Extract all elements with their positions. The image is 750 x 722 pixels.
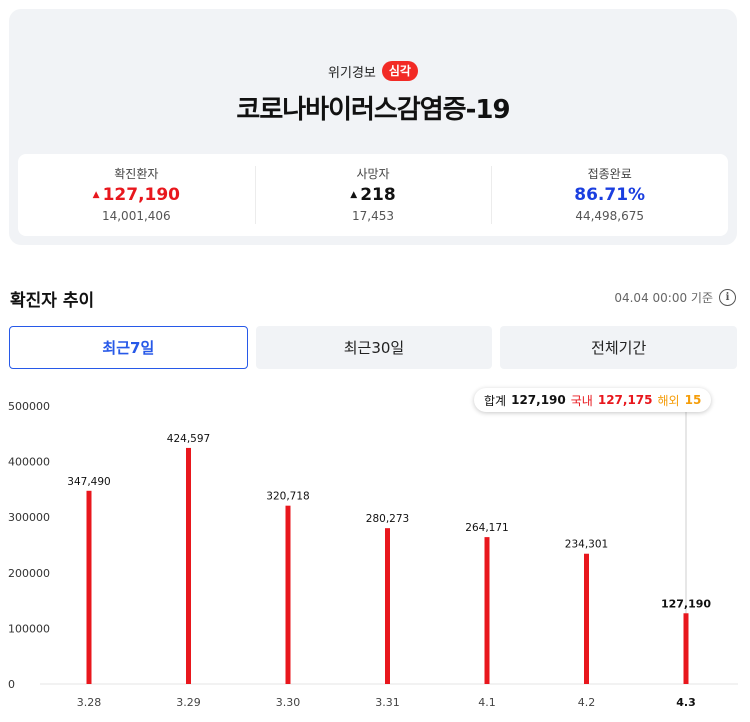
stat-label: 접종완료: [587, 167, 632, 181]
x-tick-label: 4.3: [676, 696, 696, 709]
stat-total: 14,001,406: [101, 209, 171, 223]
x-tick-label: 4.1: [478, 696, 496, 709]
x-tick-label: 3.28: [77, 696, 102, 709]
data-label: 320,718: [266, 491, 309, 503]
data-label: 234,301: [565, 539, 608, 551]
as-of-timestamp: 04.04 00:00 기준 i: [614, 289, 736, 306]
up-arrow-icon: ▲: [92, 190, 100, 200]
x-tick-label: 4.2: [578, 696, 596, 709]
x-tick-label: 3.30: [276, 696, 301, 709]
data-label: 347,490: [67, 476, 110, 488]
stat-value-number: 218: [360, 185, 396, 205]
y-tick-label: 500000: [8, 400, 50, 413]
summary-card: 위기경보 심각 코로나바이러스감염증-19 확진환자 ▲ 127,190 14,0…: [9, 9, 737, 245]
section-title: 확진자 추이: [10, 291, 95, 311]
confirmed-cases-chart: 0 100000 200000 300000 400000 500000 347,490 3.…: [8, 400, 738, 709]
data-label: 280,273: [366, 513, 409, 525]
tooltip-overseas-label: 해외: [657, 393, 680, 408]
stat-value: 86.71%: [491, 185, 728, 209]
tab-recent-30-days[interactable]: 최근30일: [255, 326, 493, 369]
alert-label: 위기경보: [328, 65, 376, 81]
info-icon[interactable]: i: [719, 289, 736, 306]
tooltip-domestic-value: 127,175: [597, 393, 653, 407]
y-tick-label: 400000: [8, 456, 50, 469]
stat-vaccinated: 접종완료 86.71% 44,498,675: [491, 154, 728, 236]
stat-confirmed: 확진환자 ▲ 127,190 14,001,406: [18, 154, 255, 236]
stats-box: 확진환자 ▲ 127,190 14,001,406 사망자 ▲ 218 17,453…: [18, 154, 728, 236]
stat-total: 44,498,675: [575, 209, 645, 223]
stat-deaths: 사망자 ▲ 218 17,453: [254, 154, 492, 236]
tab-all-period[interactable]: 전체기간: [500, 326, 738, 369]
bar: [285, 505, 291, 684]
data-label: 264,171: [465, 522, 508, 534]
bar: [186, 447, 191, 684]
x-tick-label: 3.29: [176, 696, 201, 709]
up-arrow-icon: ▲: [350, 190, 358, 200]
tab-recent-7-days[interactable]: 최근7일: [9, 326, 248, 369]
stat-value: ▲ 127,190: [18, 185, 255, 209]
y-tick-label: 100000: [8, 622, 50, 635]
alert-row: 위기경보 심각: [9, 60, 737, 82]
y-tick-label: 300000: [8, 511, 50, 524]
page-title: 코로나바이러스감염증-19: [236, 95, 510, 125]
y-tick-label: 0: [8, 678, 15, 691]
alert-level-badge: 심각: [381, 61, 418, 81]
x-tick-label: 3.31: [375, 696, 400, 709]
period-tabs: 최근7일 최근30일 전체기간: [9, 326, 738, 369]
stat-label: 사망자: [356, 167, 390, 181]
bar: [584, 553, 589, 684]
data-label: 424,597: [167, 433, 210, 445]
tooltip-overseas-value: 15: [684, 393, 702, 407]
stat-value-number: 86.71%: [574, 185, 646, 205]
tooltip-domestic-label: 국내: [570, 393, 593, 408]
as-of-text: 04.04 00:00 기준: [614, 291, 713, 305]
chart-tooltip: 합계 127,190 국내 127,175 해외 15: [474, 388, 712, 412]
tooltip-total-label: 합계: [484, 393, 507, 408]
bar: [385, 528, 390, 684]
stat-label: 확진환자: [114, 167, 159, 181]
bar: [683, 613, 689, 684]
bar: [86, 490, 92, 684]
tooltip-total-value: 127,190: [511, 393, 566, 407]
stat-value-number: 127,190: [102, 185, 181, 205]
stat-value: ▲ 218: [255, 185, 492, 209]
y-tick-label: 200000: [8, 567, 50, 580]
bar: [484, 537, 490, 684]
stat-total: 17,453: [352, 209, 394, 223]
data-label: 127,190: [661, 597, 711, 610]
